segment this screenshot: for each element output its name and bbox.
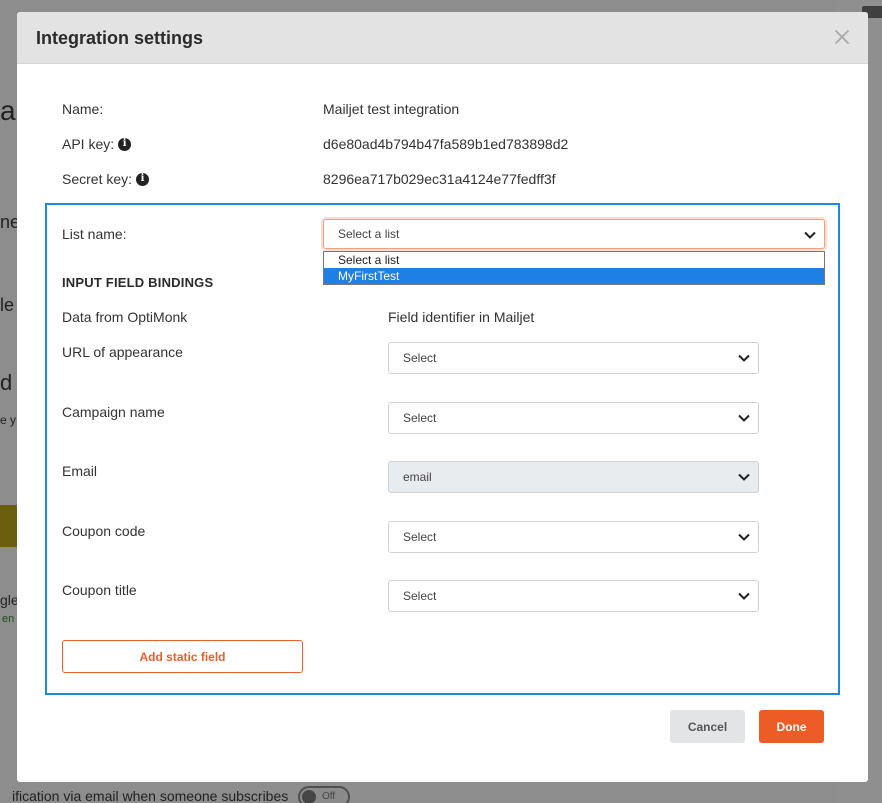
binding-label-text: URL of appearance — [62, 344, 183, 360]
chevron-down-icon — [804, 231, 816, 239]
binding-label-text: Campaign name — [62, 404, 165, 420]
list-name-label-text: List name: — [62, 226, 127, 242]
list-select-value: Select a list — [338, 227, 400, 241]
binding-select-value: Select — [403, 530, 437, 544]
integration-settings-modal: Integration settings Name: Mailjet test … — [17, 12, 868, 782]
binding-label: Coupon title — [62, 582, 137, 598]
list-name-select[interactable]: Select a list — [323, 219, 825, 249]
binding-select[interactable]: Select — [388, 342, 759, 374]
binding-label-text: Coupon title — [62, 582, 137, 598]
binding-select-value: email — [403, 470, 432, 484]
chevron-down-icon — [738, 473, 750, 481]
binding-label-text: Email — [62, 463, 98, 479]
name-label-text: Name: — [62, 101, 104, 117]
chevron-down-icon — [738, 533, 750, 541]
modal-title: Integration settings — [36, 28, 204, 48]
secret-key-label: Secret key: i — [62, 171, 150, 187]
list-name-label: List name: — [62, 226, 127, 242]
list-dropdown: Select a list MyFirstTest — [323, 251, 825, 285]
section-title: INPUT FIELD BINDINGS — [62, 275, 214, 290]
binding-select[interactable]: Select — [388, 521, 759, 553]
binding-select-value: Select — [403, 589, 437, 603]
binding-label: URL of appearance — [62, 344, 183, 360]
chevron-down-icon — [738, 414, 750, 422]
api-key-value: d6e80ad4b794b47fa589b1ed783898d2 — [323, 136, 569, 152]
done-button[interactable]: Done — [759, 710, 824, 743]
binding-select-value: Select — [403, 411, 437, 425]
chevron-down-icon — [738, 354, 750, 362]
binding-select[interactable]: Select — [388, 402, 759, 434]
secret-key-value: 8296ea717b029ec31a4124e77fedff3f — [323, 171, 556, 187]
secret-key-label-text: Secret key: — [62, 171, 133, 187]
binding-select-value: Select — [403, 351, 437, 365]
binding-label: Email — [62, 463, 97, 479]
add-static-field-button[interactable]: Add static field — [62, 640, 303, 673]
info-icon[interactable]: i — [118, 137, 132, 151]
binding-label: Coupon code — [62, 523, 145, 539]
api-key-label: API key: i — [62, 136, 132, 152]
api-key-label-text: API key: — [62, 136, 115, 152]
binding-label-text: Coupon code — [62, 523, 146, 539]
list-option-highlighted[interactable]: MyFirstTest — [324, 268, 824, 284]
binding-select-disabled: email — [388, 461, 759, 493]
name-value: Mailjet test integration — [323, 101, 460, 117]
close-icon[interactable] — [832, 27, 852, 47]
list-option[interactable]: Select a list — [324, 252, 824, 268]
name-label: Name: — [62, 101, 103, 117]
info-icon[interactable]: i — [136, 172, 150, 186]
col-left-text: Data from OptiMonk — [62, 309, 188, 325]
binding-label: Campaign name — [62, 404, 165, 420]
chevron-down-icon — [738, 592, 750, 600]
column-header-left: Data from OptiMonk — [62, 309, 187, 325]
cancel-button[interactable]: Cancel — [670, 710, 745, 743]
binding-select[interactable]: Select — [388, 580, 759, 612]
modal-header: Integration settings — [17, 12, 868, 64]
column-header-right: Field identifier in Mailjet — [388, 309, 535, 325]
